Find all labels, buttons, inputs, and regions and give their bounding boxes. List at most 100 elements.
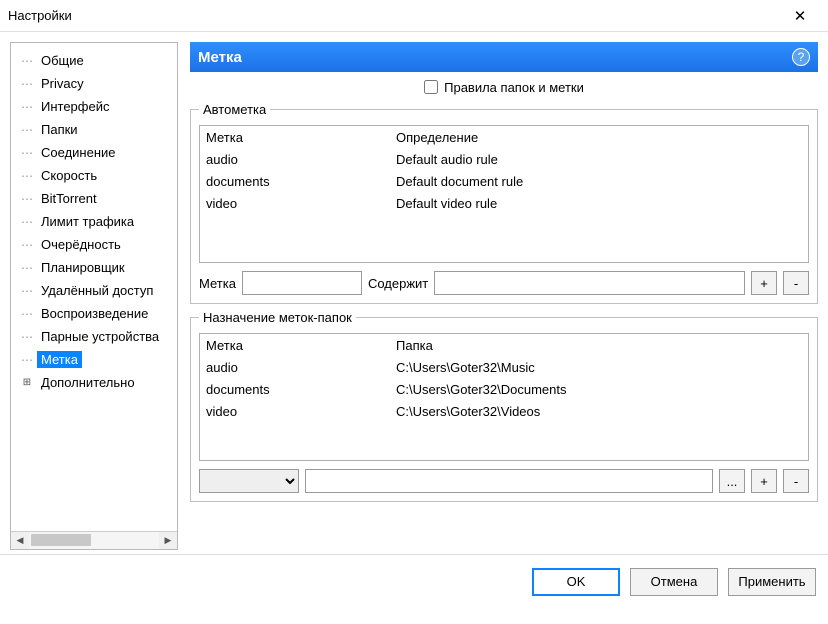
titlebar: Настройки ✕	[0, 0, 828, 32]
tree-connector: ⋯	[21, 215, 37, 229]
assign-label-select[interactable]	[199, 469, 299, 493]
cancel-button[interactable]: Отмена	[630, 568, 718, 596]
assign-col-folder: Папка	[396, 338, 802, 353]
autolabel-col-label: Метка	[206, 130, 396, 145]
cell-label: video	[206, 196, 396, 211]
assign-legend: Назначение меток-папок	[199, 310, 356, 325]
list-item[interactable]: documentsC:\Users\Goter32\Documents	[200, 378, 808, 400]
sidebar-item-label: Общие	[37, 52, 88, 69]
sidebar: ⋯Общие⋯Privacy⋯Интерфейс⋯Папки⋯Соединени…	[10, 42, 178, 550]
tree-connector: ⋯	[21, 123, 37, 137]
autolabel-label-input[interactable]	[242, 271, 362, 295]
sidebar-item-label: Лимит трафика	[37, 213, 138, 230]
sidebar-item-воспроизведение[interactable]: ⋯Воспроизведение	[11, 302, 177, 325]
list-item[interactable]: audioDefault audio rule	[200, 148, 808, 170]
sidebar-item-bittorrent[interactable]: ⋯BitTorrent	[11, 187, 177, 210]
scroll-track[interactable]	[29, 532, 159, 549]
assign-list[interactable]: Метка Папка audioC:\Users\Goter32\Musicd…	[199, 333, 809, 461]
assign-add-button[interactable]: +	[751, 469, 777, 493]
sidebar-item-соединение[interactable]: ⋯Соединение	[11, 141, 177, 164]
expand-icon[interactable]: ⊞	[21, 377, 33, 388]
main-panel: Метка ? Правила папок и метки Автометка …	[190, 42, 818, 550]
list-item[interactable]: videoC:\Users\Goter32\Videos	[200, 400, 808, 422]
tree-connector: ⋯	[21, 54, 37, 68]
sidebar-item-очерёдность[interactable]: ⋯Очерёдность	[11, 233, 177, 256]
tree-connector: ⋯	[21, 169, 37, 183]
sidebar-item-лимит-трафика[interactable]: ⋯Лимит трафика	[11, 210, 177, 233]
tree-connector: ⋯	[21, 353, 37, 367]
autolabel-contains-text: Содержит	[368, 276, 428, 291]
assign-remove-button[interactable]: -	[783, 469, 809, 493]
rules-checkbox-row: Правила папок и метки	[190, 72, 818, 102]
sidebar-item-label: Метка	[37, 351, 82, 368]
scroll-right-icon[interactable]: ▶	[159, 532, 177, 549]
settings-tree: ⋯Общие⋯Privacy⋯Интерфейс⋯Папки⋯Соединени…	[11, 43, 177, 531]
cell-definition: Default video rule	[396, 196, 802, 211]
sidebar-item-label: Парные устройства	[37, 328, 163, 345]
autolabel-list[interactable]: Метка Определение audioDefault audio rul…	[199, 125, 809, 263]
sidebar-scrollbar[interactable]: ◀ ▶	[11, 531, 177, 549]
list-item[interactable]: documentsDefault document rule	[200, 170, 808, 192]
sidebar-item-удалённый-доступ[interactable]: ⋯Удалённый доступ	[11, 279, 177, 302]
sidebar-item-label: Скорость	[37, 167, 101, 184]
sidebar-item-папки[interactable]: ⋯Папки	[11, 118, 177, 141]
sidebar-item-label: Соединение	[37, 144, 120, 161]
scroll-left-icon[interactable]: ◀	[11, 532, 29, 549]
tree-connector: ⋯	[21, 192, 37, 206]
folder-rules-label: Правила папок и метки	[444, 80, 584, 95]
cell-folder: C:\Users\Goter32\Documents	[396, 382, 802, 397]
panel-header: Метка ?	[190, 42, 818, 72]
assign-group: Назначение меток-папок Метка Папка audio…	[190, 310, 818, 502]
assign-header: Метка Папка	[200, 334, 808, 356]
sidebar-item-скорость[interactable]: ⋯Скорость	[11, 164, 177, 187]
cell-folder: C:\Users\Goter32\Music	[396, 360, 802, 375]
apply-button[interactable]: Применить	[728, 568, 816, 596]
cell-label: audio	[206, 152, 396, 167]
list-item[interactable]: audioC:\Users\Goter32\Music	[200, 356, 808, 378]
tree-connector: ⋯	[21, 100, 37, 114]
cell-label: documents	[206, 382, 396, 397]
ok-button[interactable]: OK	[532, 568, 620, 596]
sidebar-item-дополнительно[interactable]: ⊞Дополнительно	[11, 371, 177, 394]
sidebar-item-label: Privacy	[37, 75, 88, 92]
dialog-buttons: OK Отмена Применить	[0, 554, 828, 608]
sidebar-item-label: Папки	[37, 121, 82, 138]
tree-connector: ⋯	[21, 77, 37, 91]
sidebar-item-label: Воспроизведение	[37, 305, 152, 322]
autolabel-col-def: Определение	[396, 130, 802, 145]
sidebar-item-privacy[interactable]: ⋯Privacy	[11, 72, 177, 95]
list-item[interactable]: videoDefault video rule	[200, 192, 808, 214]
sidebar-item-парные-устройства[interactable]: ⋯Парные устройства	[11, 325, 177, 348]
cell-definition: Default document rule	[396, 174, 802, 189]
assign-browse-button[interactable]: ...	[719, 469, 745, 493]
sidebar-item-общие[interactable]: ⋯Общие	[11, 49, 177, 72]
tree-connector: ⋯	[21, 307, 37, 321]
tree-connector: ⋯	[21, 261, 37, 275]
help-icon[interactable]: ?	[792, 48, 810, 66]
assign-col-label: Метка	[206, 338, 396, 353]
autolabel-label-text: Метка	[199, 276, 236, 291]
sidebar-item-label: Очерёдность	[37, 236, 125, 253]
cell-label: video	[206, 404, 396, 419]
close-button[interactable]: ✕	[780, 2, 820, 30]
window-title: Настройки	[8, 8, 780, 23]
sidebar-item-label: Планировщик	[37, 259, 129, 276]
autolabel-group: Автометка Метка Определение audioDefault…	[190, 102, 818, 304]
sidebar-item-планировщик[interactable]: ⋯Планировщик	[11, 256, 177, 279]
assign-path-input[interactable]	[305, 469, 713, 493]
sidebar-item-label: Интерфейс	[37, 98, 113, 115]
sidebar-item-метка[interactable]: ⋯Метка	[11, 348, 177, 371]
autolabel-add-button[interactable]: +	[751, 271, 777, 295]
folder-rules-checkbox[interactable]	[424, 80, 438, 94]
sidebar-item-label: Удалённый доступ	[37, 282, 157, 299]
autolabel-edit-row: Метка Содержит + -	[199, 271, 809, 295]
cell-label: audio	[206, 360, 396, 375]
cell-label: documents	[206, 174, 396, 189]
autolabel-remove-button[interactable]: -	[783, 271, 809, 295]
scroll-thumb[interactable]	[31, 534, 91, 546]
sidebar-item-интерфейс[interactable]: ⋯Интерфейс	[11, 95, 177, 118]
autolabel-contains-input[interactable]	[434, 271, 745, 295]
cell-definition: Default audio rule	[396, 152, 802, 167]
sidebar-item-label: BitTorrent	[37, 190, 101, 207]
tree-connector: ⋯	[21, 238, 37, 252]
